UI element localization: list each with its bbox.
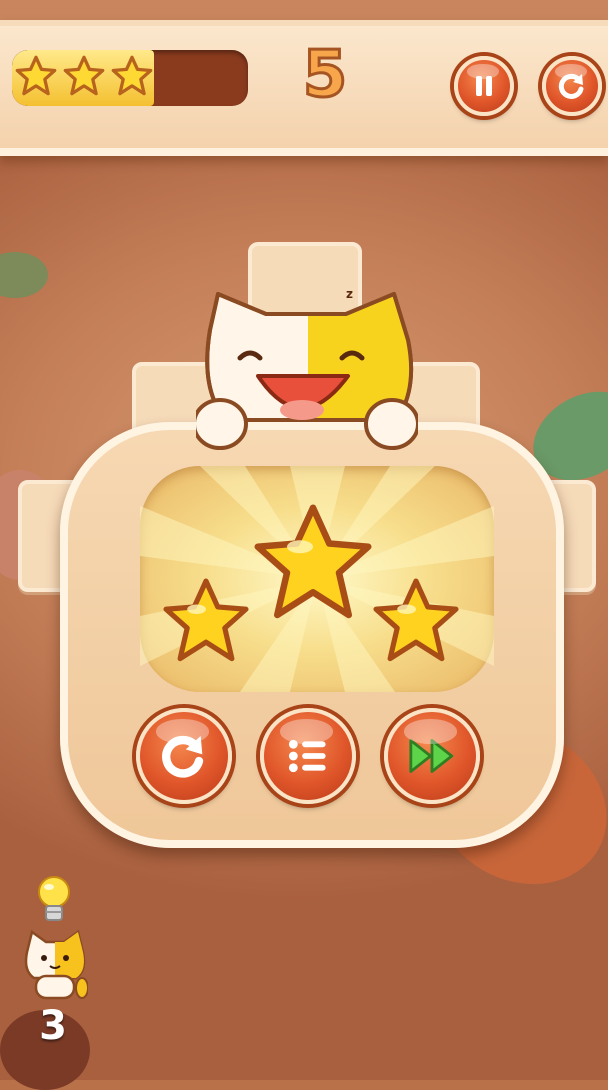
pause-icon <box>476 76 492 96</box>
svg-text:z: z <box>346 290 353 301</box>
list-icon <box>288 739 326 773</box>
level-menu-button[interactable] <box>260 708 356 804</box>
hud-star-1-icon <box>15 55 57 96</box>
cat-hint-mascot <box>24 930 88 1000</box>
result-star-3-icon <box>373 578 459 662</box>
hud-star-3-icon <box>111 55 153 96</box>
hint-count: 3 <box>39 1003 67 1049</box>
stars-glow-area <box>140 466 494 692</box>
restart-icon <box>558 73 584 99</box>
cat-mascot: z <box>196 290 418 450</box>
result-star-2-icon <box>254 504 372 619</box>
level-number: 5 <box>301 37 349 114</box>
result-star-1-icon <box>163 578 249 662</box>
hud-star-2-icon <box>63 55 105 96</box>
level-complete-panel <box>60 422 564 848</box>
fast-forward-icon <box>409 739 454 773</box>
restart-icon <box>162 735 204 778</box>
restart-button[interactable] <box>542 56 602 116</box>
next-level-button[interactable] <box>384 708 480 804</box>
replay-button[interactable] <box>136 708 232 804</box>
pause-button[interactable] <box>454 56 514 116</box>
top-strip <box>0 0 608 20</box>
lightbulb-icon <box>38 876 70 921</box>
